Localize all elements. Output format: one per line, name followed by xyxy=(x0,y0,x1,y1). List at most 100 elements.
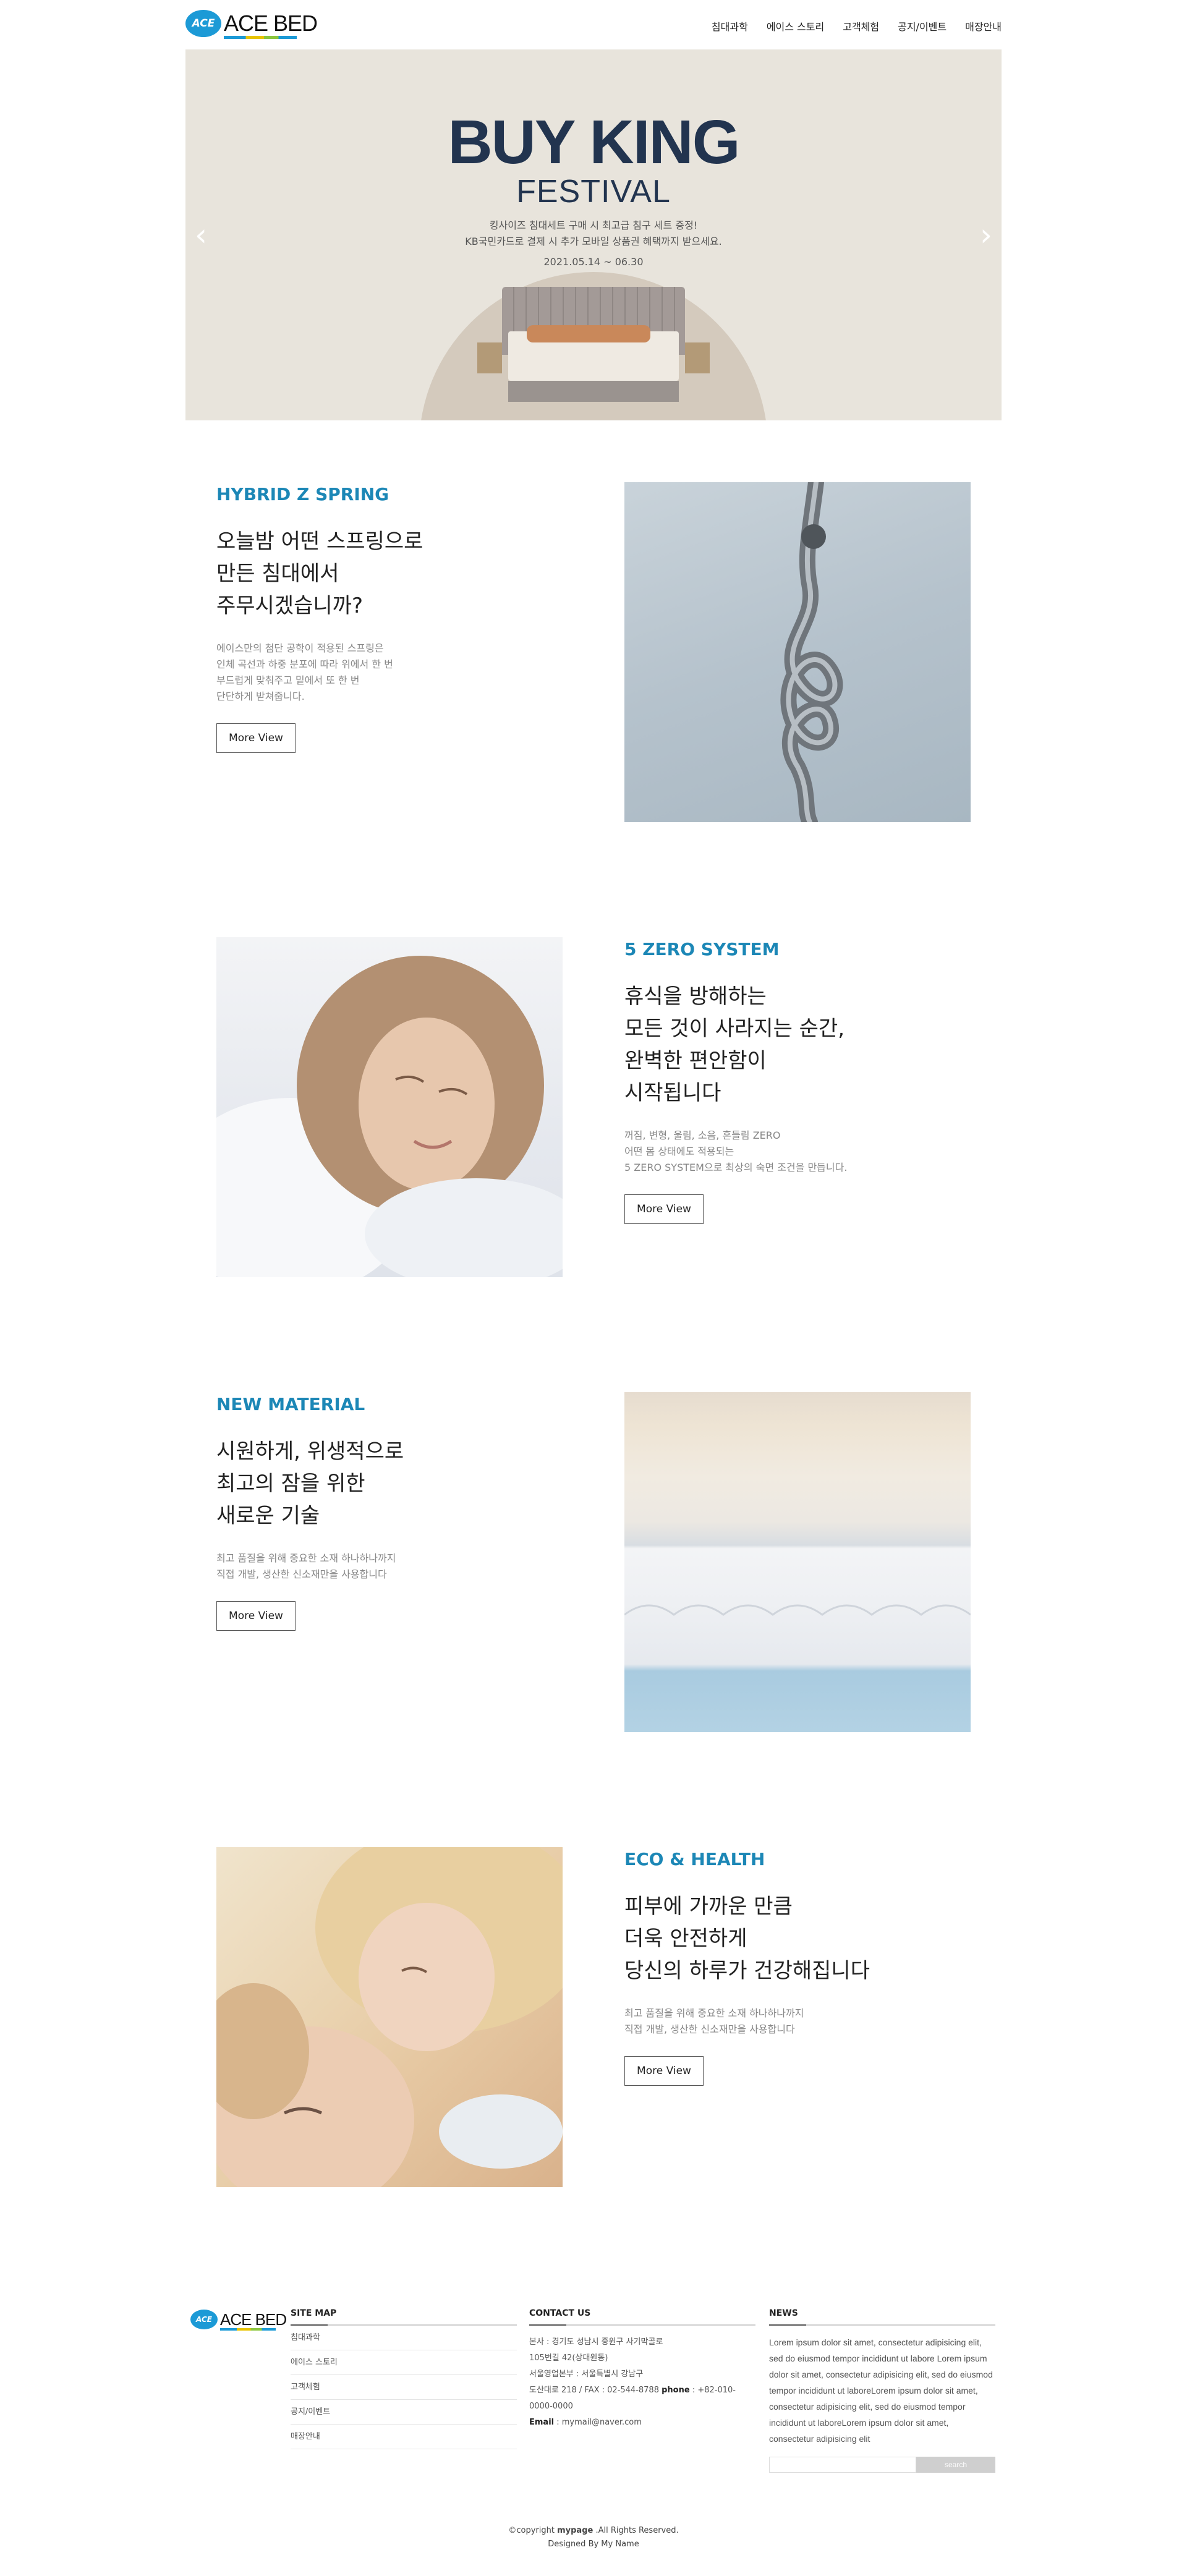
more-view-button[interactable]: More View xyxy=(216,723,296,753)
feature-kicker: NEW MATERIAL xyxy=(216,1394,365,1414)
feature-heading: 피부에 가까운 만큼 더욱 안전하게 당신의 하루가 건강해집니다 xyxy=(624,1890,934,1987)
contact-address-1: 본사 : 경기도 성남시 중원구 사기막골로 xyxy=(529,2337,663,2347)
bed-pillow xyxy=(527,325,650,342)
hero-banner: BUY KING FESTIVAL 킹사이즈 침대세트 구매 시 최고급 침구 … xyxy=(185,49,1002,420)
body-line: 꺼짐, 변형, 울림, 소음, 흔들림 ZERO xyxy=(624,1129,781,1141)
sitemap-item[interactable]: 에이스 스토리 xyxy=(291,2350,517,2375)
brand-logo[interactable]: ACE ACE BED xyxy=(185,10,318,39)
chevron-right-icon[interactable]: › xyxy=(977,216,995,253)
body-line: 인체 곡선과 하중 분포에 따라 위에서 한 번 xyxy=(216,658,393,670)
search-input[interactable] xyxy=(769,2457,916,2473)
sleeping-woman-image xyxy=(216,937,563,1277)
news-text: Lorem ipsum dolor sit amet, consectetur … xyxy=(769,2337,993,2444)
heading-line: 모든 것이 사라지는 순간, xyxy=(624,1016,845,1041)
footer-news: NEWS Lorem ipsum dolor sit amet, consect… xyxy=(769,2308,995,2473)
feature-text: HYBRID Z SPRING 오늘밤 어떤 스프링으로 만든 침대에서 주무시… xyxy=(216,482,525,753)
feature-body: 최고 품질을 위해 중요한 소재 하나하나까지 직접 개발, 생산한 신소재만을… xyxy=(216,1550,525,1583)
feature-heading: 시원하게, 위생적으로 최고의 잠을 위한 새로운 기술 xyxy=(216,1435,525,1532)
feature-kicker: HYBRID Z SPRING xyxy=(216,484,389,504)
footer-contact: CONTACT US 본사 : 경기도 성남시 중원구 사기막골로 105번길 … xyxy=(529,2308,755,2431)
nav-item-ace-story[interactable]: 에이스 스토리 xyxy=(767,19,824,33)
logo-badge: ACE xyxy=(185,10,221,37)
email-label: Email xyxy=(529,2418,555,2427)
copyright-prefix: ©copyright xyxy=(508,2526,558,2535)
bed-image xyxy=(477,287,710,419)
body-line: 최고 품질을 위해 중요한 소재 하나하나까지 xyxy=(216,1552,396,1564)
spring-coil-image xyxy=(624,482,971,822)
feature-heading: 오늘밤 어떤 스프링으로 만든 침대에서 주무시겠습니까? xyxy=(216,525,525,622)
heading-line: 휴식을 방해하는 xyxy=(624,984,767,1009)
news-title: NEWS xyxy=(769,2308,995,2326)
heading-line: 시작됩니다 xyxy=(624,1081,721,1105)
feature-text: ECO & HEALTH 피부에 가까운 만큼 더욱 안전하게 당신의 하루가 … xyxy=(624,1847,934,2086)
nav-item-notice-event[interactable]: 공지/이벤트 xyxy=(898,19,947,33)
copyright: ©copyright mypage .All Rights Reserved. … xyxy=(0,2524,1187,2551)
search-button[interactable]: search xyxy=(916,2457,995,2473)
feature-body: 에이스만의 첨단 공학이 적용된 스프링은 인체 곡선과 하중 분포에 따라 위… xyxy=(216,640,525,705)
brand-name: ACE BED xyxy=(224,11,318,36)
heading-line: 주무시겠습니까? xyxy=(216,593,364,618)
sitemap-item[interactable]: 침대과학 xyxy=(291,2326,517,2350)
feature-hybrid-z-spring: HYBRID Z SPRING 오늘밤 어떤 스프링으로 만든 침대에서 주무시… xyxy=(216,482,971,822)
body-line: 에이스만의 첨단 공학이 적용된 스프링은 xyxy=(216,642,384,654)
logo-color-stripe xyxy=(220,2328,276,2331)
feature-body: 최고 품질을 위해 중요한 소재 하나하나까지 직접 개발, 생산한 신소재만을… xyxy=(624,2005,934,2038)
nav-item-store-info[interactable]: 매장안내 xyxy=(965,19,1002,33)
body-line: 어떤 몸 상태에도 적용되는 xyxy=(624,1146,734,1157)
contact-phone: 도산대로 218 / FAX : 02-544-8788 phone : +82… xyxy=(529,2383,755,2415)
hero-subtitle: FESTIVAL xyxy=(516,174,671,210)
nav-item-customer-experience[interactable]: 고객체험 xyxy=(843,19,879,33)
feature-body: 꺼짐, 변형, 울림, 소음, 흔들림 ZERO 어떤 몸 상태에도 적용되는 … xyxy=(624,1128,934,1176)
feature-text: 5 ZERO SYSTEM 휴식을 방해하는 모든 것이 사라지는 순간, 완벽… xyxy=(624,937,934,1224)
heading-line: 당신의 하루가 건강해집니다 xyxy=(624,1958,870,1983)
contact-office: 서울영업본부 : 서울특별시 강남구 xyxy=(529,2370,644,2379)
phone-label: phone xyxy=(662,2386,690,2395)
feature-kicker: 5 ZERO SYSTEM xyxy=(624,939,780,959)
brand-name: ACE BED xyxy=(220,2310,287,2329)
bed-base xyxy=(508,381,679,402)
more-view-button[interactable]: More View xyxy=(624,2056,704,2086)
more-view-button[interactable]: More View xyxy=(624,1194,704,1224)
logo-badge: ACE xyxy=(190,2310,218,2329)
footer-sitemap: SITE MAP 침대과학 에이스 스토리 고객체험 공지/이벤트 매장안내 xyxy=(291,2308,517,2449)
heading-line: 최고의 잠을 위한 xyxy=(216,1471,365,1496)
body-line: 단단하게 받쳐줍니다. xyxy=(216,691,305,702)
sitemap-list: 침대과학 에이스 스토리 고객체험 공지/이벤트 매장안내 xyxy=(291,2326,517,2449)
nav-item-bed-science[interactable]: 침대과학 xyxy=(712,19,748,33)
feature-new-material: NEW MATERIAL 시원하게, 위생적으로 최고의 잠을 위한 새로운 기… xyxy=(216,1392,971,1732)
chevron-left-icon[interactable]: ‹ xyxy=(192,216,210,253)
contact-email: Email : mymail@naver.com xyxy=(529,2415,755,2431)
sitemap-title: SITE MAP xyxy=(291,2308,517,2326)
body-line: 부드럽게 맞춰주고 밑에서 또 한 번 xyxy=(216,674,360,686)
site-footer: ACE ACE BED SITE MAP 침대과학 에이스 스토리 고객체험 공… xyxy=(185,2300,1002,2473)
foam-wave-illustration xyxy=(624,1604,971,1616)
sitemap-item[interactable]: 고객체험 xyxy=(291,2375,517,2400)
main-nav: 침대과학 에이스 스토리 고객체험 공지/이벤트 매장안내 xyxy=(712,19,1002,33)
copyright-suffix: .All Rights Reserved. xyxy=(593,2526,679,2535)
body-line: 최고 품질을 위해 중요한 소재 하나하나까지 xyxy=(624,2007,804,2019)
heading-line: 새로운 기술 xyxy=(216,1503,320,1528)
footer-logo[interactable]: ACE ACE BED xyxy=(190,2310,287,2331)
sitemap-item[interactable]: 공지/이벤트 xyxy=(291,2400,517,2425)
feature-text: NEW MATERIAL 시원하게, 위생적으로 최고의 잠을 위한 새로운 기… xyxy=(216,1392,525,1631)
hero-desc-line: KB국민카드로 결제 시 추가 모바일 상품권 혜택까지 받으세요. xyxy=(465,236,722,247)
designed-by: Designed By My Name xyxy=(548,2540,639,2549)
feature-5-zero-system: 5 ZERO SYSTEM 휴식을 방해하는 모든 것이 사라지는 순간, 완벽… xyxy=(216,937,971,1277)
email-value: : mymail@naver.com xyxy=(554,2418,642,2427)
heading-line: 완벽한 편안함이 xyxy=(624,1048,767,1073)
body-line: 직접 개발, 생산한 신소재만을 사용합니다 xyxy=(624,2023,795,2035)
feature-heading: 휴식을 방해하는 모든 것이 사라지는 순간, 완벽한 편안함이 시작됩니다 xyxy=(624,980,934,1109)
newsletter-search: search xyxy=(769,2457,995,2473)
sitemap-item[interactable]: 매장안내 xyxy=(291,2425,517,2449)
hero-desc-line: 킹사이즈 침대세트 구매 시 최고급 침구 세트 증정! xyxy=(489,219,698,231)
copyright-line: ©copyright mypage .All Rights Reserved. xyxy=(0,2524,1187,2538)
heading-line: 만든 침대에서 xyxy=(216,561,339,586)
feature-eco-health: ECO & HEALTH 피부에 가까운 만큼 더욱 안전하게 당신의 하루가 … xyxy=(216,1847,971,2187)
logo-text: ACE BED xyxy=(220,2310,287,2331)
more-view-button[interactable]: More View xyxy=(216,1601,296,1631)
contact-fax: 도산대로 218 / FAX : 02-544-8788 xyxy=(529,2386,659,2395)
heading-line: 더욱 안전하게 xyxy=(624,1926,747,1951)
hero-title: BUY KING xyxy=(448,108,740,177)
heading-line: 피부에 가까운 만큼 xyxy=(624,1894,793,1919)
mother-child-illustration xyxy=(216,1847,563,2187)
